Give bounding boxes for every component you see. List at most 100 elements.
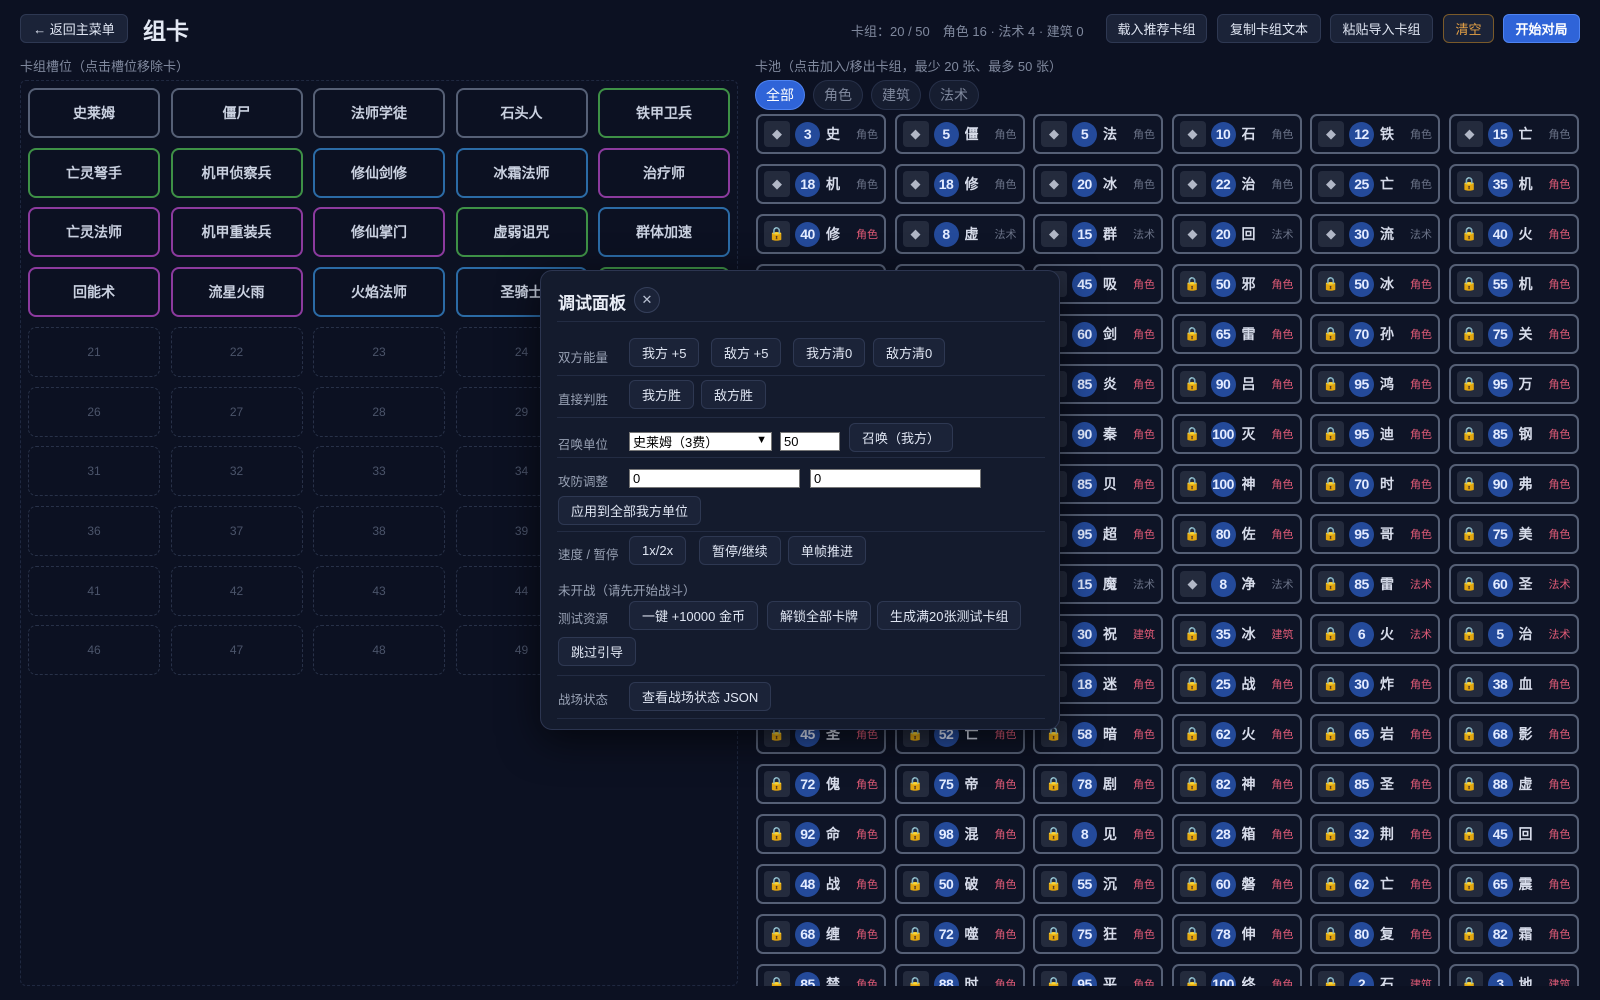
skip-tutorial-button[interactable]: 跳过引导 — [558, 637, 637, 666]
empty-deck-slot[interactable]: 28 — [313, 386, 445, 437]
empty-deck-slot[interactable]: 43 — [313, 565, 445, 616]
pool-card[interactable]: 🔒 45 回 角色 — [1448, 814, 1579, 854]
pool-card[interactable]: 🔒 70 孙 角色 — [1310, 314, 1440, 354]
pool-card[interactable]: 🔒 60 磐 角色 — [1171, 864, 1302, 904]
pool-tab[interactable]: 全部 — [755, 80, 805, 110]
pool-card[interactable]: 🔒 75 美 角色 — [1448, 514, 1579, 554]
pool-card[interactable]: 🔒 88 时 角色 — [894, 964, 1025, 986]
pool-card[interactable]: 🔒 35 冰 建筑 — [1171, 614, 1302, 654]
summon-count-input[interactable] — [780, 432, 840, 451]
apply-all-my-units-button[interactable]: 应用到全部我方单位 — [558, 496, 702, 525]
empty-deck-slot[interactable]: 21 — [28, 326, 160, 377]
pool-card[interactable]: 🔒 78 剧 角色 — [1033, 764, 1163, 804]
pool-card[interactable]: 🔒 90 吕 角色 — [1171, 364, 1302, 404]
empty-deck-slot[interactable]: 46 — [28, 625, 160, 676]
pool-card[interactable]: 🔒 68 缠 角色 — [756, 914, 886, 954]
pool-card[interactable]: 🔒 72 傀 角色 — [756, 764, 886, 804]
pool-card[interactable]: 🔒 8 见 角色 — [1033, 814, 1163, 854]
enemy-energy-plus-button[interactable]: 敌方 +5 — [711, 338, 782, 367]
pool-card[interactable]: 🔒 75 关 角色 — [1448, 314, 1579, 354]
my-energy-plus-button[interactable]: 我方 +5 — [629, 338, 700, 367]
pool-card[interactable]: 🔒 30 炸 角色 — [1310, 664, 1440, 704]
pool-card[interactable]: 🔒 48 战 角色 — [756, 864, 886, 904]
deck-slot[interactable]: 修仙掌门 — [313, 207, 445, 258]
pool-tab[interactable]: 角色 — [813, 80, 863, 110]
pool-card[interactable]: 🔒 100 灭 角色 — [1171, 414, 1302, 454]
pool-card[interactable]: 🔒 62 亡 角色 — [1310, 864, 1440, 904]
pool-card[interactable]: ◆ 15 群 法术 — [1033, 214, 1163, 254]
pool-card[interactable]: 🔒 38 血 角色 — [1448, 664, 1579, 704]
deck-slot[interactable]: 群体加速 — [598, 207, 730, 258]
pool-card[interactable]: 🔒 65 雷 角色 — [1171, 314, 1302, 354]
pool-card[interactable]: 🔒 40 火 角色 — [1448, 214, 1579, 254]
pool-card[interactable]: 🔒 100 终 角色 — [1171, 964, 1302, 986]
pool-card[interactable]: 🔒 50 破 角色 — [894, 864, 1025, 904]
deck-slot[interactable]: 僵尸 — [170, 88, 303, 138]
generate-test-deck-button[interactable]: 生成满20张测试卡组 — [877, 601, 1022, 630]
pool-card[interactable]: 🔒 72 噬 角色 — [894, 914, 1025, 954]
deck-slot[interactable]: 治疗师 — [598, 147, 730, 198]
deck-slot[interactable]: 流星火雨 — [170, 267, 303, 318]
pool-card[interactable]: 🔒 28 箱 角色 — [1171, 814, 1302, 854]
start-match-button[interactable]: 开始对局 — [1503, 14, 1580, 43]
pool-card[interactable]: 🔒 32 荆 角色 — [1310, 814, 1440, 854]
pool-card[interactable]: 🔒 35 机 角色 — [1448, 164, 1579, 204]
step-frame-button[interactable]: 单帧推进 — [788, 536, 867, 565]
pool-card[interactable]: 🔒 82 霜 角色 — [1448, 914, 1579, 954]
pool-card[interactable]: 🔒 95 万 角色 — [1448, 364, 1579, 404]
pool-card[interactable]: 🔒 2 石 建筑 — [1310, 964, 1440, 986]
deck-slot[interactable]: 修仙剑修 — [313, 147, 445, 198]
deck-slot[interactable]: 回能术 — [28, 267, 160, 318]
pool-card[interactable]: 🔒 55 机 角色 — [1448, 264, 1579, 304]
empty-deck-slot[interactable]: 33 — [313, 446, 445, 497]
summon-unit-select[interactable]: 史莱姆（3费） ▼ — [629, 432, 772, 451]
pool-card[interactable]: 🔒 60 圣 法术 — [1448, 564, 1579, 604]
empty-deck-slot[interactable]: 23 — [313, 326, 445, 377]
pool-card[interactable]: ◆ 18 修 角色 — [894, 164, 1025, 204]
empty-deck-slot[interactable]: 37 — [170, 505, 303, 556]
pause-resume-button[interactable]: 暂停/继续 — [699, 536, 781, 565]
pool-card[interactable]: 🔒 80 复 角色 — [1310, 914, 1440, 954]
load-recommended-deck-button[interactable]: 载入推荐卡组 — [1106, 14, 1207, 43]
pool-card[interactable]: 🔒 40 修 角色 — [756, 214, 886, 254]
view-state-json-button[interactable]: 查看战场状态 JSON — [629, 682, 772, 711]
pool-card[interactable]: 🔒 95 迪 角色 — [1310, 414, 1440, 454]
pool-tab[interactable]: 法术 — [929, 80, 979, 110]
deck-slot[interactable]: 石头人 — [455, 88, 588, 138]
pool-card[interactable]: 🔒 82 神 角色 — [1171, 764, 1302, 804]
pool-card[interactable]: 🔒 65 岩 角色 — [1310, 714, 1440, 754]
deck-slot[interactable]: 法师学徒 — [313, 88, 445, 138]
pool-card[interactable]: ◆ 25 亡 角色 — [1310, 164, 1440, 204]
empty-deck-slot[interactable]: 31 — [28, 446, 160, 497]
pool-card[interactable]: 🔒 70 时 角色 — [1310, 464, 1440, 504]
empty-deck-slot[interactable]: 48 — [313, 625, 445, 676]
pool-card[interactable]: 🔒 88 虚 角色 — [1448, 764, 1579, 804]
my-energy-clear-button[interactable]: 我方清0 — [793, 338, 866, 367]
pool-card[interactable]: 🔒 95 鸿 角色 — [1310, 364, 1440, 404]
pool-card[interactable]: 🔒 50 邪 角色 — [1171, 264, 1302, 304]
deck-slot[interactable]: 火焰法师 — [313, 267, 445, 318]
pool-card[interactable]: ◆ 22 治 角色 — [1171, 164, 1302, 204]
empty-deck-slot[interactable]: 38 — [313, 505, 445, 556]
pool-card[interactable]: ◆ 18 机 角色 — [756, 164, 886, 204]
attack-input[interactable] — [629, 469, 800, 488]
pool-card[interactable]: 🔒 25 战 角色 — [1171, 664, 1302, 704]
pool-card[interactable]: ◆ 5 法 角色 — [1033, 114, 1163, 154]
pool-card[interactable]: ◆ 30 流 法术 — [1310, 214, 1440, 254]
empty-deck-slot[interactable]: 42 — [170, 565, 303, 616]
empty-deck-slot[interactable]: 36 — [28, 505, 160, 556]
deck-slot[interactable]: 机甲侦察兵 — [170, 147, 303, 198]
pool-card[interactable]: 🔒 100 神 角色 — [1171, 464, 1302, 504]
pool-card[interactable]: 🔒 85 雷 法术 — [1310, 564, 1440, 604]
pool-card[interactable]: 🔒 55 沉 角色 — [1033, 864, 1163, 904]
pool-card[interactable]: 🔒 98 混 角色 — [894, 814, 1025, 854]
unlock-all-cards-button[interactable]: 解锁全部卡牌 — [767, 601, 872, 630]
pool-card[interactable]: ◆ 12 铁 角色 — [1310, 114, 1440, 154]
pool-card[interactable]: 🔒 6 火 法术 — [1310, 614, 1440, 654]
deck-slot[interactable]: 铁甲卫兵 — [598, 88, 730, 138]
defense-input[interactable] — [810, 469, 981, 488]
close-icon[interactable]: ✕ — [634, 287, 660, 313]
empty-deck-slot[interactable]: 47 — [170, 625, 303, 676]
empty-deck-slot[interactable]: 26 — [28, 386, 160, 437]
pool-card[interactable]: 🔒 5 治 法术 — [1448, 614, 1579, 654]
